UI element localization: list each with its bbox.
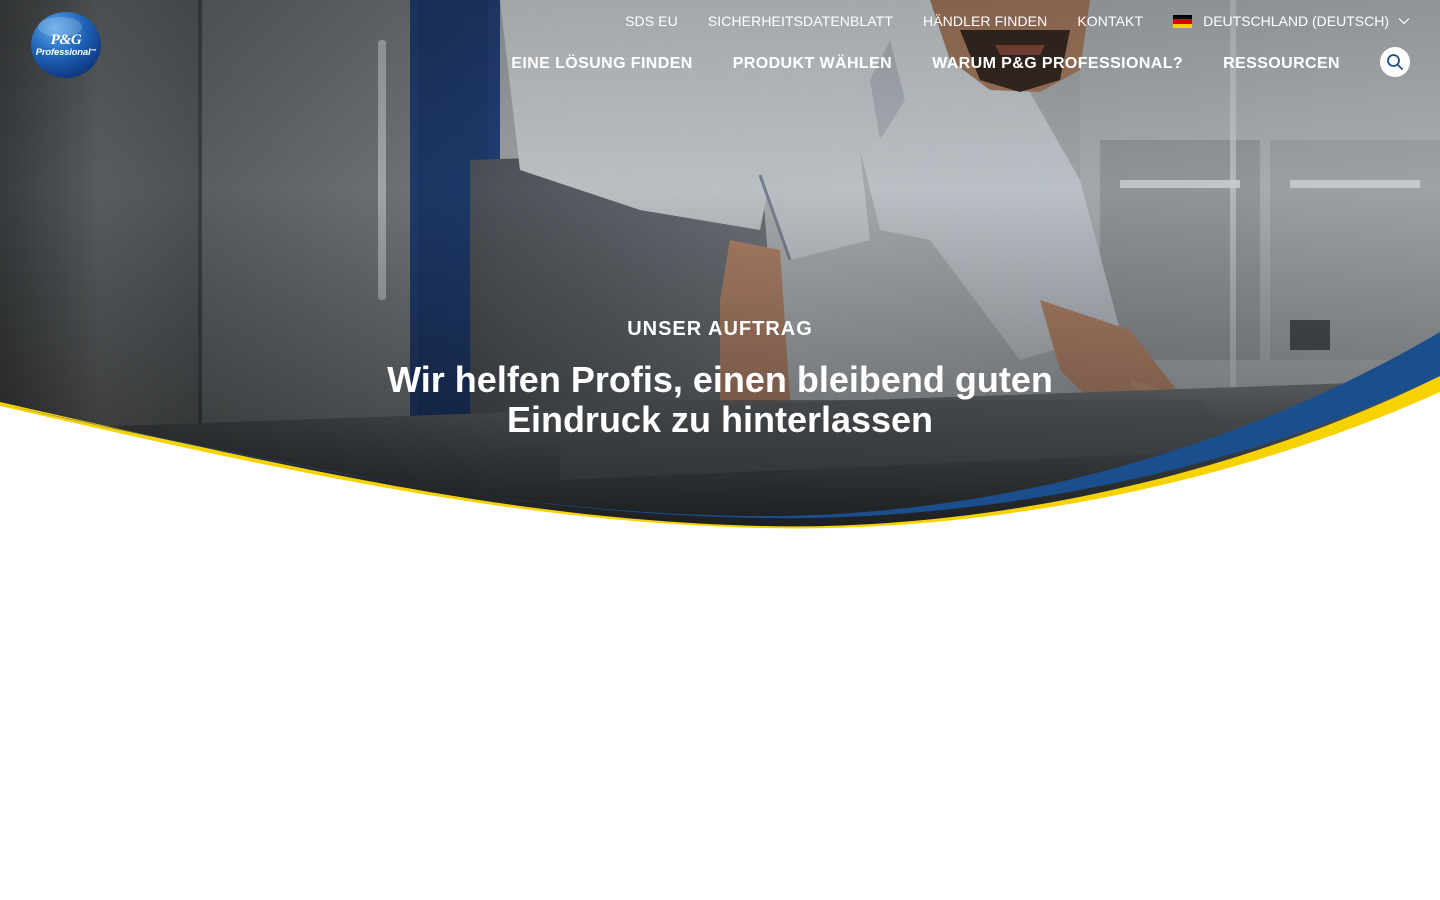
- main-nav-ressourcen[interactable]: RESSOURCEN: [1223, 55, 1340, 73]
- hero-banner: P&G Professional™ SDS EU SICHERHEITSDATE…: [0, 0, 1440, 540]
- utility-link-haendler-finden[interactable]: HÄNDLER FINDEN: [923, 13, 1047, 29]
- utility-link-kontakt[interactable]: KONTAKT: [1077, 13, 1143, 29]
- pg-professional-logo[interactable]: P&G Professional™: [30, 11, 102, 79]
- main-nav: EINE LÖSUNG FINDEN PRODUKT WÄHLEN WARUM …: [471, 53, 1340, 75]
- main-nav-warum-pg-professional[interactable]: WARUM P&G PROFESSIONAL?: [932, 55, 1183, 73]
- utility-link-sds-eu[interactable]: SDS EU: [625, 13, 678, 29]
- hero-eyebrow: UNSER AUFTRAG: [627, 318, 813, 340]
- hero-background-image: [0, 0, 1440, 540]
- country-selector[interactable]: DEUTSCHLAND (DEUTSCH): [1173, 13, 1410, 29]
- logo-globe-icon: [31, 12, 101, 78]
- search-button[interactable]: [1380, 47, 1410, 77]
- germany-flag-icon: [1173, 15, 1193, 28]
- hero-title-line-1: Wir helfen Profis, einen bleibend guten: [387, 359, 1053, 400]
- chevron-down-icon: [1398, 18, 1410, 25]
- search-icon: [1387, 54, 1403, 70]
- hero-title: Wir helfen Profis, einen bleibend guten …: [320, 360, 1120, 440]
- utility-nav: SDS EU SICHERHEITSDATENBLATT HÄNDLER FIN…: [595, 12, 1410, 30]
- country-selector-label: DEUTSCHLAND (DEUTSCH): [1203, 13, 1389, 29]
- main-content-area: [0, 540, 1440, 900]
- utility-link-sicherheitsdatenblatt[interactable]: SICHERHEITSDATENBLATT: [708, 13, 893, 29]
- page: P&G Professional™ SDS EU SICHERHEITSDATE…: [0, 0, 1440, 900]
- main-nav-produkt-waehlen[interactable]: PRODUKT WÄHLEN: [733, 55, 892, 73]
- main-nav-eine-loesung-finden[interactable]: EINE LÖSUNG FINDEN: [511, 55, 692, 73]
- hero-title-line-2: Eindruck zu hinterlassen: [506, 399, 934, 440]
